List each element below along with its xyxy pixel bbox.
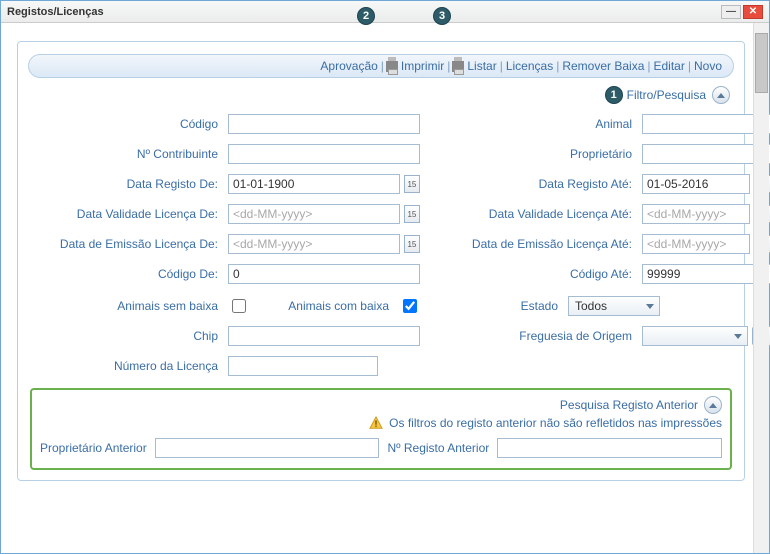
anterior-panel: Pesquisa Registo Anterior Os filtros do … (30, 388, 732, 470)
badge-2: 2 (357, 7, 375, 25)
anterior-header: Pesquisa Registo Anterior (40, 396, 722, 414)
window: Registos/Licenças — ✕ 2 3 Aprovação | Im… (0, 0, 770, 554)
label-data-validade-ate: Data Validade Licença Até: (426, 207, 636, 221)
listar-link[interactable]: Listar (467, 59, 496, 73)
anterior-form: Proprietário Anterior Nº Registo Anterio… (40, 438, 722, 458)
label-codigo-ate: Código Até: (426, 267, 636, 281)
contribuinte-input[interactable] (228, 144, 420, 164)
data-emissao-ate-input[interactable] (642, 234, 750, 254)
label-freguesia: Freguesia de Origem (426, 329, 636, 343)
filter-header: 1 Filtro/Pesquisa (24, 84, 738, 110)
label-estado: Estado (468, 299, 562, 313)
filter-form: Código Animal Nº Contribuinte Proprietár… (24, 110, 738, 288)
data-emissao-de-input[interactable] (228, 234, 400, 254)
codigo-ate-input[interactable] (642, 264, 770, 284)
numero-licenca-input[interactable] (228, 356, 378, 376)
label-codigo: Código (32, 117, 222, 131)
label-data-emissao-ate: Data de Emissão Licença Até: (426, 237, 636, 251)
scrollbar[interactable] (753, 23, 769, 553)
calendar-icon[interactable]: 15 (404, 205, 420, 223)
chevron-up-icon (717, 93, 725, 98)
label-animal: Animal (426, 117, 636, 131)
label-numero-licenca: Número da Licença (32, 359, 222, 373)
imprimir-link[interactable]: Imprimir (401, 59, 444, 73)
novo-link[interactable]: Novo (694, 59, 722, 73)
proprietario-input[interactable] (642, 144, 770, 164)
remover-baixa-link[interactable]: Remover Baixa (562, 59, 644, 73)
label-data-registo-ate: Data Registo Até: (426, 177, 636, 191)
label-com-baixa: Animais com baixa (288, 299, 393, 313)
filter-collapse-button[interactable] (712, 86, 730, 104)
action-bar: Aprovação | Imprimir | Listar | Licenças… (28, 54, 734, 78)
sem-baixa-checkbox[interactable] (232, 299, 246, 313)
anterior-title: Pesquisa Registo Anterior (560, 398, 698, 412)
label-proprietario: Proprietário (426, 147, 636, 161)
proprietario-anterior-input[interactable] (155, 438, 380, 458)
printer-icon (452, 61, 464, 72)
label-data-emissao-de: Data de Emissão Licença De: (32, 237, 222, 251)
anterior-collapse-button[interactable] (704, 396, 722, 414)
chip-input[interactable] (228, 326, 420, 346)
data-registo-de-input[interactable] (228, 174, 400, 194)
badge-1: 1 (605, 86, 623, 104)
estado-select[interactable]: Todos (568, 296, 660, 316)
label-chip: Chip (32, 329, 222, 343)
com-baixa-checkbox[interactable] (403, 299, 417, 313)
filter-label: Filtro/Pesquisa (627, 88, 706, 102)
badge-3: 3 (433, 7, 451, 25)
aprovacao-link[interactable]: Aprovação (320, 59, 377, 73)
label-data-validade-de: Data Validade Licença De: (32, 207, 222, 221)
minimize-button[interactable]: — (721, 5, 741, 19)
titlebar: Registos/Licenças — ✕ (1, 1, 769, 23)
codigo-de-input[interactable] (228, 264, 420, 284)
warning-text: Os filtros do registo anterior não são r… (389, 416, 722, 430)
calendar-icon[interactable]: 15 (404, 235, 420, 253)
label-codigo-de: Código De: (32, 267, 222, 281)
label-proprietario-anterior: Proprietário Anterior (40, 441, 147, 455)
codigo-input[interactable] (228, 114, 420, 134)
printer-icon (386, 61, 398, 72)
label-data-registo-de: Data Registo De: (32, 177, 222, 191)
filter-form-2: Chip Freguesia de Origem + Número da Lic… (24, 322, 738, 380)
data-registo-ate-input[interactable] (642, 174, 750, 194)
chevron-up-icon (709, 403, 717, 408)
data-validade-de-input[interactable] (228, 204, 400, 224)
animal-input[interactable] (642, 114, 770, 134)
freguesia-select[interactable] (642, 326, 748, 346)
warning-icon (369, 416, 383, 430)
editar-link[interactable]: Editar (654, 59, 685, 73)
label-registo-anterior: Nº Registo Anterior (387, 441, 489, 455)
calendar-icon[interactable]: 15 (404, 175, 420, 193)
body: 2 3 Aprovação | Imprimir | Listar | Lice… (1, 23, 769, 553)
licencas-link[interactable]: Licenças (506, 59, 553, 73)
scrollbar-thumb[interactable] (755, 33, 768, 93)
close-button[interactable]: ✕ (743, 5, 763, 19)
checkbox-row: Animais sem baixa Animais com baixa Esta… (24, 292, 738, 320)
label-contribuinte: Nº Contribuinte (32, 147, 222, 161)
data-validade-ate-input[interactable] (642, 204, 750, 224)
main-panel: 2 3 Aprovação | Imprimir | Listar | Lice… (17, 41, 745, 481)
registo-anterior-input[interactable] (497, 438, 722, 458)
label-sem-baixa: Animais sem baixa (32, 299, 222, 313)
warning-row: Os filtros do registo anterior não são r… (40, 416, 722, 430)
